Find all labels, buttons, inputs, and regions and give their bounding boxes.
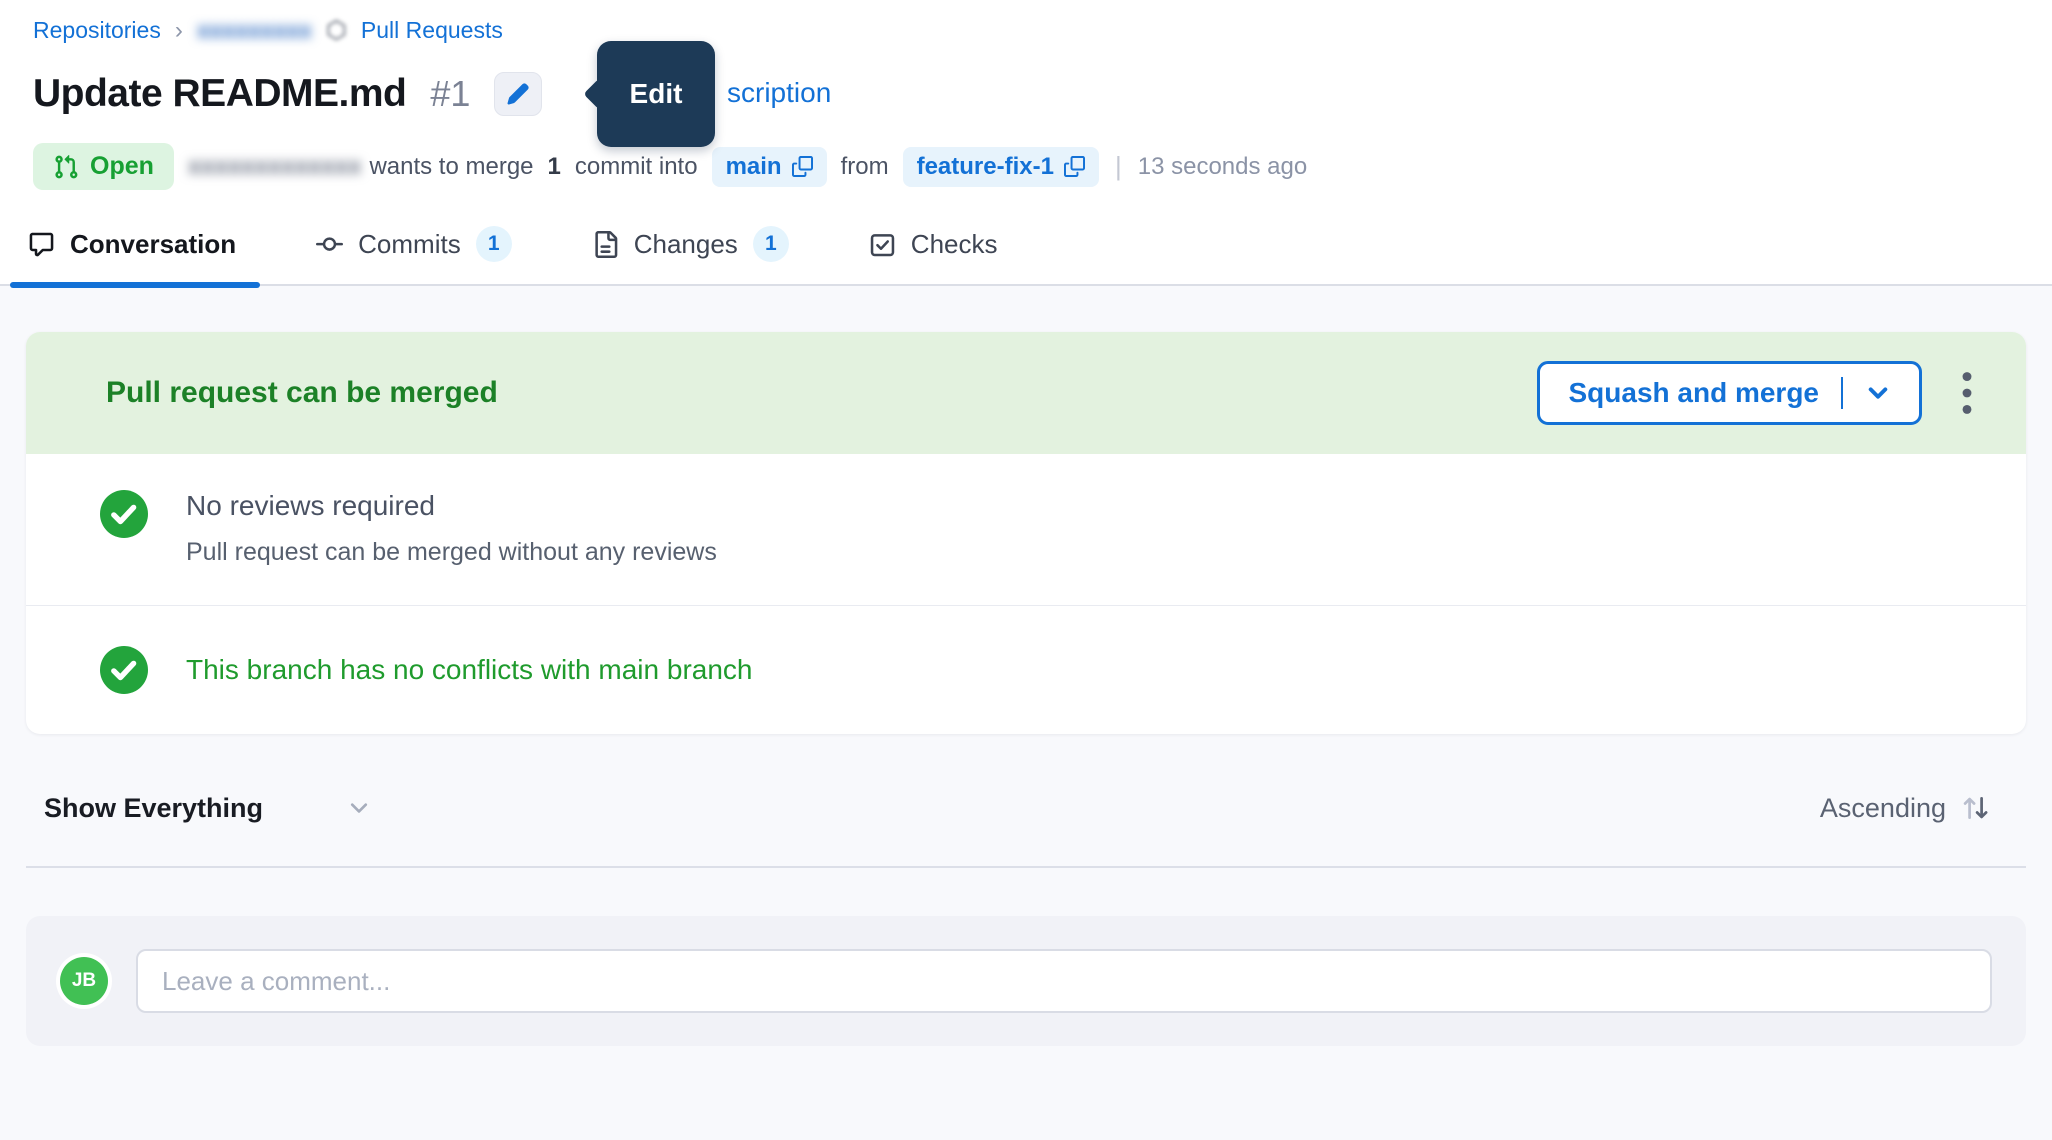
active-tab-underline bbox=[10, 282, 260, 288]
merge-button-divider bbox=[1841, 377, 1843, 409]
merge-banner: Pull request can be merged Squash and me… bbox=[26, 332, 2026, 454]
avatar: JB bbox=[60, 957, 108, 1005]
pull-request-page: Repositories › xxxxxxxxx ⬡ Pull Requests… bbox=[0, 0, 2052, 1140]
tab-commits[interactable]: Commits 1 bbox=[316, 226, 512, 262]
tooltip-label: Edit bbox=[630, 78, 683, 110]
breadcrumb-repositories-link[interactable]: Repositories bbox=[33, 17, 161, 44]
kebab-menu-icon bbox=[1960, 370, 1974, 416]
review-status-row: No reviews required Pull request can be … bbox=[26, 454, 2026, 605]
breadcrumb: Repositories › xxxxxxxxx ⬡ Pull Requests bbox=[33, 16, 2052, 45]
pr-number: #1 bbox=[430, 73, 470, 115]
base-branch-label: main bbox=[726, 153, 782, 181]
copy-icon[interactable] bbox=[1064, 156, 1085, 177]
merge-button-label: Squash and merge bbox=[1568, 377, 1819, 409]
status-text-pre: wants to merge bbox=[369, 153, 533, 181]
conflict-status-row: This branch has no conflicts with main b… bbox=[26, 606, 2026, 734]
filter-label: Show Everything bbox=[44, 793, 263, 824]
tab-label: Checks bbox=[911, 229, 998, 260]
edit-tooltip: Edit bbox=[597, 41, 715, 147]
check-circle-icon bbox=[100, 646, 148, 694]
tab-conversation[interactable]: Conversation bbox=[28, 229, 236, 260]
comment-bubble-icon bbox=[28, 231, 55, 258]
copy-icon[interactable] bbox=[792, 156, 813, 177]
sort-order-toggle[interactable]: Ascending bbox=[1820, 792, 1992, 824]
tab-label: Conversation bbox=[70, 229, 236, 260]
breadcrumb-repo-name-redacted[interactable]: xxxxxxxxx bbox=[197, 17, 312, 44]
status-text-mid: commit into bbox=[575, 153, 698, 181]
sort-label: Ascending bbox=[1820, 793, 1946, 824]
repo-visibility-icon: ⬡ bbox=[326, 16, 347, 45]
git-pull-request-icon bbox=[53, 154, 79, 180]
section-divider bbox=[26, 866, 2026, 868]
edit-title-button[interactable] bbox=[494, 72, 542, 116]
merge-status-card: Pull request can be merged Squash and me… bbox=[26, 332, 2026, 734]
sort-arrows-icon bbox=[1960, 792, 1992, 824]
tooltip-arrow bbox=[583, 78, 614, 109]
review-status-text: No reviews required Pull request can be … bbox=[186, 490, 717, 567]
status-badge: Open bbox=[33, 143, 174, 190]
author-name-redacted[interactable]: xxxxxxxxxxxxx bbox=[188, 153, 362, 181]
review-status-title: No reviews required bbox=[186, 490, 717, 522]
tab-label: Changes bbox=[634, 229, 738, 260]
commits-count-badge: 1 bbox=[476, 226, 512, 262]
pr-tabs: Conversation Commits 1 Change bbox=[0, 226, 2052, 286]
chevron-down-icon[interactable] bbox=[1865, 380, 1891, 406]
new-comment-card: JB bbox=[26, 916, 2026, 1046]
file-diff-icon bbox=[592, 231, 619, 258]
git-commit-icon bbox=[316, 231, 343, 258]
conversation-panel: Pull request can be merged Squash and me… bbox=[0, 286, 2052, 1140]
pr-created-time: 13 seconds ago bbox=[1138, 153, 1307, 181]
head-branch-label: feature-fix-1 bbox=[917, 153, 1054, 181]
squash-and-merge-button[interactable]: Squash and merge bbox=[1537, 361, 1922, 425]
tab-label: Commits bbox=[358, 229, 461, 260]
checklist-icon bbox=[869, 231, 896, 258]
review-status-subtitle: Pull request can be merged without any r… bbox=[186, 538, 717, 567]
base-branch-pill[interactable]: main bbox=[712, 147, 827, 187]
comment-input[interactable] bbox=[136, 949, 1992, 1013]
merge-options-kebab-button[interactable] bbox=[1960, 370, 1974, 416]
timeline-filter-bar: Show Everything Ascending bbox=[44, 792, 1992, 824]
title-row: Update README.md #1 Edit scription bbox=[33, 63, 2052, 125]
commit-count: 1 bbox=[548, 153, 561, 181]
conflict-status-title: This branch has no conflicts with main b… bbox=[186, 654, 753, 686]
merge-actions: Squash and merge bbox=[1537, 361, 1974, 425]
changes-count-badge: 1 bbox=[753, 226, 789, 262]
merge-banner-title: Pull request can be merged bbox=[106, 376, 498, 410]
chevron-down-icon bbox=[347, 796, 371, 820]
show-everything-dropdown[interactable]: Show Everything bbox=[44, 793, 371, 824]
tab-checks[interactable]: Checks bbox=[869, 229, 998, 260]
pr-title: Update README.md bbox=[33, 72, 406, 116]
status-divider: | bbox=[1115, 151, 1122, 182]
pr-status-row: Open xxxxxxxxxxxxx wants to merge 1 comm… bbox=[33, 143, 2052, 190]
tab-changes[interactable]: Changes 1 bbox=[592, 226, 789, 262]
status-badge-label: Open bbox=[90, 152, 154, 181]
pencil-icon bbox=[506, 82, 530, 106]
check-circle-icon bbox=[100, 490, 148, 567]
edit-description-link-partial[interactable]: scription bbox=[727, 77, 831, 109]
breadcrumb-separator: › bbox=[175, 17, 183, 45]
pr-header: Repositories › xxxxxxxxx ⬡ Pull Requests… bbox=[0, 0, 2052, 286]
head-branch-pill[interactable]: feature-fix-1 bbox=[903, 147, 1099, 187]
status-from-word: from bbox=[841, 153, 889, 181]
breadcrumb-pull-requests-link[interactable]: Pull Requests bbox=[361, 17, 503, 44]
